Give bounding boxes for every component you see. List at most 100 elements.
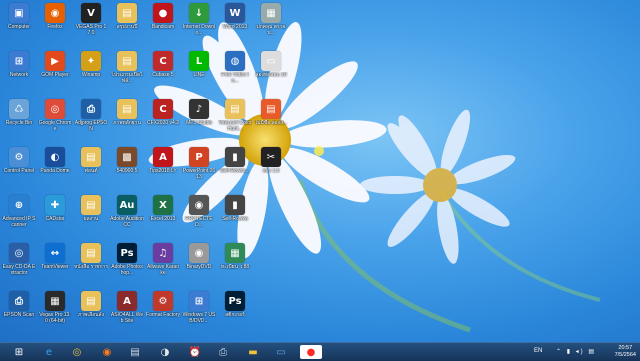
- desktop-icon[interactable]: ▤ ภาพเลือนลั่ง: [74, 291, 108, 318]
- app-icon: ✦: [81, 51, 101, 71]
- app-icon: C: [153, 99, 173, 119]
- desktop-icon[interactable]: ▤ ภาพหลักฐาน: [110, 99, 144, 126]
- desktop-icon[interactable]: Ps สติกเกอร์: [218, 291, 252, 318]
- desktop-icon-label: Tips2018 LY: [149, 168, 177, 174]
- desktop-icon[interactable]: ▤ สรุปงานปี: [110, 3, 144, 30]
- desktop-icon-label: Self-Rowka: [222, 216, 248, 222]
- desktop-icon[interactable]: ▤ หนังสือ ราชการ: [74, 243, 108, 270]
- desktop-icon[interactable]: P PowerPoint 2013: [182, 147, 216, 180]
- desktop-icon[interactable]: ◉ BinaryDVD: [182, 243, 216, 270]
- desktop-icon[interactable]: C Cubase 5: [146, 51, 180, 78]
- desktop-icon[interactable]: ◍ Free Video to...: [218, 51, 252, 84]
- desktop-icon[interactable]: ▤ โปรแกรมเปิดไฟล์...: [110, 51, 144, 84]
- desktop-icon-label: Excel 2013: [150, 216, 176, 222]
- desktop-icon[interactable]: ↓ Internet Downlo...: [182, 3, 216, 36]
- app-icon: ▤: [261, 99, 281, 119]
- desktop-icon[interactable]: ↔ TeamViewer: [38, 243, 72, 270]
- desktop-icon-label: ฟอนต์: [84, 168, 98, 174]
- desktop-icon[interactable]: ▣ Computer: [2, 3, 36, 30]
- chrome-taskbar-icon[interactable]: ◎: [66, 345, 88, 359]
- desktop-icon-label: MP3 Studio: [186, 120, 212, 126]
- firefox-taskbar-icon[interactable]: ◉: [96, 345, 118, 359]
- start-button[interactable]: ⊞: [8, 345, 30, 359]
- desktop-icon[interactable]: ✂ ลอง 1.5: [254, 147, 288, 174]
- desktop-icon[interactable]: ▶ GOM Player: [38, 51, 72, 78]
- files-taskbar-icon[interactable]: ▤: [124, 345, 146, 359]
- app-icon: C: [153, 51, 173, 71]
- system-tray-icons[interactable]: ⌃ ▮ ◂) ▤: [556, 348, 596, 355]
- desktop-icon[interactable]: ▤ ไม่มีชื่อ ลองสิ...: [254, 99, 288, 126]
- app-icon: ↓: [189, 3, 209, 23]
- desktop-icon[interactable]: W Word 2013: [218, 3, 252, 30]
- app-icon: X: [153, 195, 173, 215]
- desktop-icon[interactable]: ⎙ EPSON Scan: [2, 291, 36, 318]
- desktop-icon[interactable]: ▦ Vegas Pro 13.0 (64-bit): [38, 291, 72, 324]
- desktop-icon[interactable]: A ASIO4ALL Web Site: [110, 291, 144, 324]
- explorer-taskbar-icon[interactable]: ▬: [242, 345, 264, 359]
- desktop-icon[interactable]: ♺ Recycle Bin: [2, 99, 36, 126]
- desktop-icon[interactable]: ⎙ Adjprog EPSON: [74, 99, 108, 132]
- desktop-icon-label: Network: [9, 72, 29, 78]
- desktop-icon[interactable]: ◎ Google Chrome: [38, 99, 72, 132]
- desktop-icon[interactable]: ⚙ Format Factory: [146, 291, 180, 318]
- app-icon: ◎: [45, 99, 65, 119]
- scanner-taskbar-icon[interactable]: ⎙: [212, 345, 234, 359]
- clock[interactable]: 20:57 7/5/2564: [615, 345, 636, 359]
- desktop-icon[interactable]: ▭ ลองทดสอบ 10: [254, 51, 288, 78]
- desktop-icon-label: PowerPoint 2013: [182, 168, 216, 180]
- desktop-icon[interactable]: ♫ Allwave Karaoke: [146, 243, 180, 276]
- desktop-icon[interactable]: ◉ Firefox: [38, 3, 72, 30]
- app-icon: ▤: [81, 291, 101, 311]
- desktop-icon-label: CFX2020 v4.2: [147, 120, 179, 126]
- ie-taskbar-icon[interactable]: e: [38, 345, 60, 359]
- app-icon: ◉: [45, 3, 65, 23]
- media-taskbar-icon[interactable]: ◑: [154, 345, 176, 359]
- desktop-icon[interactable]: X Excel 2013: [146, 195, 180, 222]
- desktop-icon[interactable]: ▤ ฟอนต์: [74, 147, 108, 174]
- language-indicator[interactable]: EN: [534, 348, 542, 354]
- desktop-icon[interactable]: ◎ Easy CD-DA Extractor: [2, 243, 36, 276]
- desktop-icon[interactable]: ▮ Self-Rowka: [218, 195, 252, 222]
- desktop-icon[interactable]: ✦ Winamp: [74, 51, 108, 78]
- desktop-icon-label: BinaryDVD: [186, 264, 212, 270]
- desktop-icon[interactable]: ▤ โฟลเดอร์ Color Hunt...: [218, 99, 252, 132]
- desktop-icon[interactable]: ▩ 540900 5: [110, 147, 144, 174]
- clock-time: 20:57: [618, 345, 633, 351]
- desktop-icon[interactable]: ◉ PROTECTED...: [182, 195, 216, 228]
- desktop-icon[interactable]: ▦ ทะเบียน ว 88: [218, 243, 252, 270]
- app-icon: A: [153, 147, 173, 167]
- desktop-icon-label: Recycle Bin: [5, 120, 33, 126]
- desktop-icon-label: Vegas Pro 13.0 (64-bit): [39, 312, 71, 324]
- desktop-icon[interactable]: Ps Adobe Photoshop...: [110, 243, 144, 276]
- display-taskbar-icon[interactable]: ▭: [270, 345, 292, 359]
- desktop-icon-label: CADstar: [45, 216, 65, 222]
- desktop-icon[interactable]: ● Bandicam: [146, 3, 180, 30]
- desktop-icon[interactable]: ⊞ Network: [2, 51, 36, 78]
- desktop-icon[interactable]: V VEGAS Pro 17.0: [74, 3, 108, 36]
- desktop-icon[interactable]: ▤ ผลงาน: [74, 195, 108, 222]
- bandicam-taskbar-icon[interactable]: ●: [300, 345, 322, 359]
- app-icon: ♪: [189, 99, 209, 119]
- desktop-icon-label: LINE: [193, 72, 205, 78]
- taskbar: ⊞ e ◎ ◉ ▤ ◑ ⏰ ⎙ ▬ ▭ ● EN ⌃ ▮ ◂) ▤ 20:57 7/5/2564: [0, 342, 640, 361]
- desktop-icon[interactable]: ⚙ Control Panel: [2, 147, 36, 174]
- desktop-icon[interactable]: ▮ Self-Rowka...: [218, 147, 252, 174]
- desktop-icon[interactable]: ✚ CADstar: [38, 195, 72, 222]
- app-icon: ⊕: [9, 195, 29, 215]
- desktop-icon[interactable]: A Tips2018 LY: [146, 147, 180, 174]
- desktop-icon[interactable]: C CFX2020 v4.2: [146, 99, 180, 126]
- app-icon: L: [189, 51, 209, 71]
- desktop-icon-label: ปกคลุม ตรวจบ...: [256, 24, 286, 36]
- desktop-icon[interactable]: L LINE: [182, 51, 216, 78]
- desktop-icon[interactable]: ♪ MP3 Studio: [182, 99, 216, 126]
- desktop-icon[interactable]: ⊞ Windows 7 USB/DVD...: [182, 291, 216, 324]
- desktop-icon[interactable]: Au Adobe Audition CC: [110, 195, 144, 228]
- desktop-icon[interactable]: ◐ Panda Dome: [38, 147, 72, 174]
- app-icon: ✚: [45, 195, 65, 215]
- desktop-icon[interactable]: ▦ ปกคลุม ตรวจบ...: [254, 3, 288, 36]
- desktop-icon[interactable]: ⊕ Advanced IP Scanner: [2, 195, 36, 228]
- app-icon: ◐: [45, 147, 65, 167]
- desktop-icon-label: Adobe Photoshop...: [111, 264, 143, 276]
- app-icon: Au: [117, 195, 137, 215]
- alarm-taskbar-icon[interactable]: ⏰: [184, 345, 206, 359]
